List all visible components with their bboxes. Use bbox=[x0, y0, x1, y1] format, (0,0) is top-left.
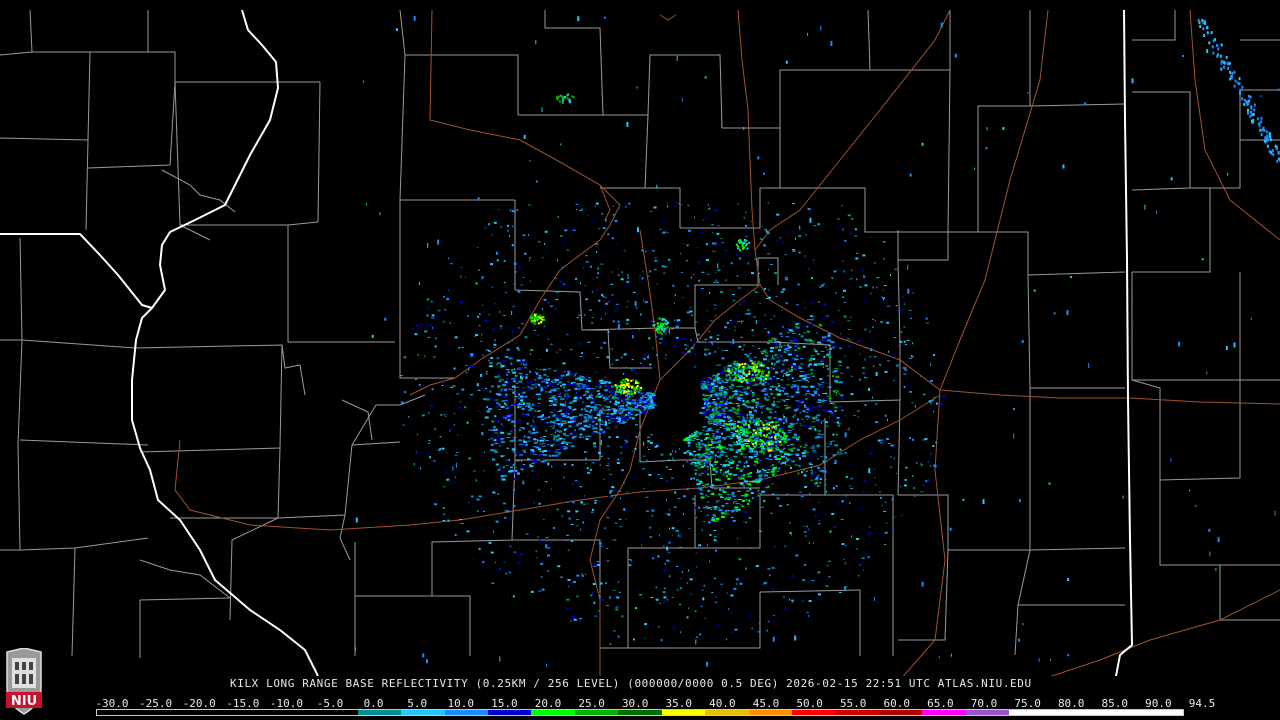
radar-map bbox=[0, 9, 1280, 676]
scale-segment bbox=[314, 710, 358, 715]
highway-lines bbox=[174, 9, 1280, 676]
scale-segment bbox=[357, 710, 402, 715]
scale-segment bbox=[878, 710, 923, 715]
scale-label: 94.5 bbox=[1188, 697, 1216, 710]
scale-segment bbox=[705, 710, 749, 715]
scale-segment bbox=[444, 710, 488, 715]
color-scale-bar bbox=[96, 709, 1184, 716]
scale-segment bbox=[1139, 710, 1183, 715]
county-boundaries bbox=[0, 9, 1280, 658]
scale-segment bbox=[487, 710, 532, 715]
scale-segment bbox=[1096, 710, 1140, 715]
scale-segment bbox=[748, 710, 792, 715]
scale-segment bbox=[618, 710, 662, 715]
scale-segment bbox=[140, 710, 184, 715]
product-caption: KILX LONG RANGE BASE REFLECTIVITY (0.25K… bbox=[230, 677, 1032, 690]
scale-segment bbox=[183, 710, 228, 715]
state-boundaries bbox=[0, 9, 1134, 676]
radar-site bbox=[670, 396, 674, 400]
scale-segment bbox=[531, 710, 575, 715]
niu-logo: NIU bbox=[6, 648, 42, 715]
scale-segment bbox=[835, 710, 879, 715]
svg-text:NIU: NIU bbox=[11, 694, 37, 709]
scale-segment bbox=[965, 710, 1010, 715]
color-scale-labels: -30.0 -25.0 -20.0 -15.0 -10.0 -5.0 0.0 5.0 10.0 1… bbox=[94, 697, 1215, 710]
radar-echoes bbox=[355, 15, 1280, 667]
scale-segment bbox=[661, 710, 706, 715]
scale-segment bbox=[574, 710, 619, 715]
scale-segment bbox=[270, 710, 315, 715]
scale-segment bbox=[401, 710, 445, 715]
scale-segment bbox=[1009, 710, 1053, 715]
scale-segment bbox=[227, 710, 271, 715]
scale-segment bbox=[922, 710, 966, 715]
scale-segment bbox=[1052, 710, 1097, 715]
scale-segment bbox=[792, 710, 836, 715]
scale-segment bbox=[97, 710, 141, 715]
